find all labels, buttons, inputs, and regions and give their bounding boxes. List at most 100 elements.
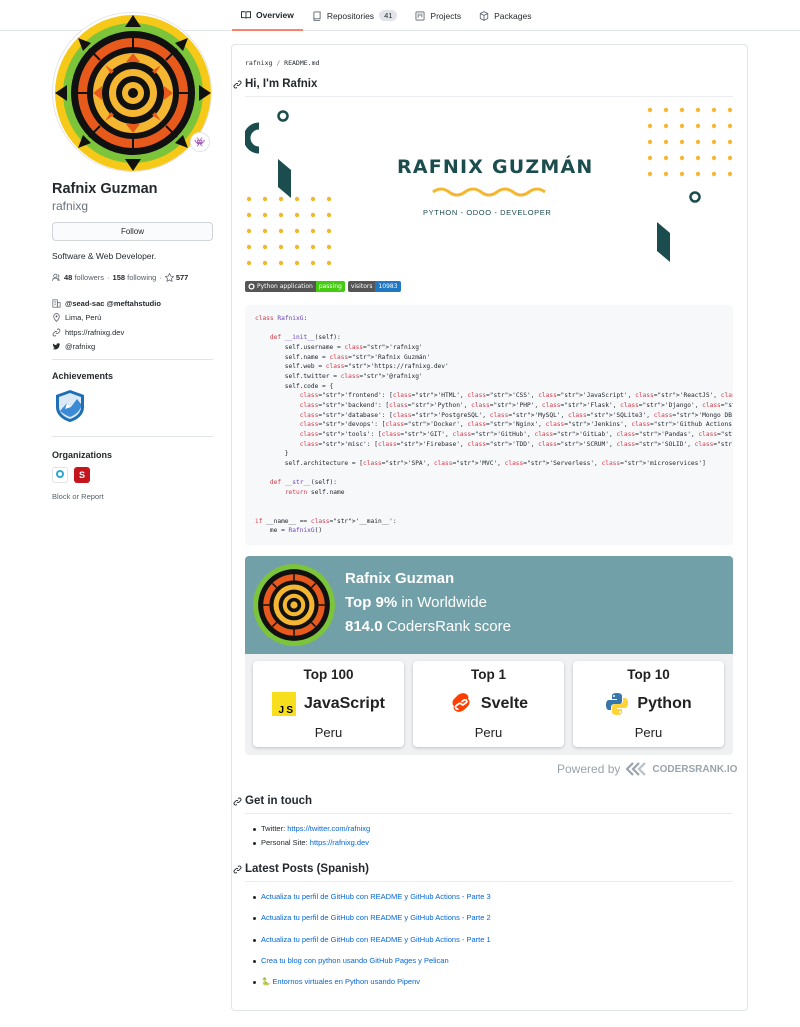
- rank-rest: in Worldwide: [397, 594, 487, 611]
- badge-visitors-label: visitors: [347, 281, 376, 292]
- list-item: Actualiza tu perfil de GitHub con README…: [253, 913, 491, 934]
- vcard-company: @sead-sac @meftahstudio: [52, 296, 161, 311]
- post-link[interactable]: 🐍 Entornos virtuales en Python usando Pi…: [261, 977, 420, 986]
- list-item: 🐍 Entornos virtuales en Python usando Pi…: [253, 977, 491, 998]
- company-text[interactable]: @sead-sac @meftahstudio: [65, 299, 161, 308]
- post-link[interactable]: Actualiza tu perfil de GitHub con README…: [261, 913, 491, 922]
- code-line: class="str">'tools': [class="str">'GIT',…: [299, 430, 733, 438]
- crumb-separator: /: [276, 59, 281, 67]
- heading-hi-text: Hi, I'm Rafnix: [245, 78, 318, 90]
- tile-language-name: JavaScript: [304, 695, 385, 712]
- follow-button[interactable]: Follow: [52, 222, 213, 241]
- divider: [52, 436, 213, 437]
- location-text: Lima, Perú: [65, 313, 102, 323]
- twitter-link[interactable]: https://twitter.com/rafnixg: [287, 824, 370, 833]
- contact-label: Personal Site:: [261, 838, 310, 847]
- anchor-link-icon[interactable]: [233, 865, 242, 874]
- tab-repositories[interactable]: Repositories 41: [303, 0, 407, 31]
- shield-badges: Python application passing visitors 1098…: [245, 281, 401, 292]
- org-avatar-s[interactable]: S: [74, 467, 90, 483]
- twitter-icon: [52, 343, 61, 350]
- badge-visitors-count: 10983: [375, 281, 401, 292]
- divider: [52, 359, 213, 360]
- organizations-list: S: [52, 467, 90, 483]
- code-line: class="str">'frontend': [class="str">'HT…: [299, 392, 733, 400]
- score-rest: CodersRank score: [382, 618, 511, 635]
- profile-vcard: @sead-sac @meftahstudio Lima, Perú https…: [52, 296, 161, 354]
- block-or-report-link[interactable]: Block or Report: [52, 492, 104, 501]
- followers-count: 48: [64, 273, 73, 282]
- achievement-badge[interactable]: [54, 389, 86, 423]
- book-icon: [241, 10, 251, 19]
- tile-top: Top 1: [471, 667, 506, 682]
- repositories-count: 41: [379, 10, 398, 21]
- tile-language: JS JavaScript: [253, 692, 404, 716]
- codersrank-logo: CODERSRANK.IO: [626, 762, 737, 776]
- list-item: Crea tu blog con python usando GitHub Pa…: [253, 956, 491, 977]
- follow-stats: 48 followers · 158 following · 577: [52, 273, 188, 282]
- powered-by-codersrank[interactable]: Powered by CODERSRANK.IO: [557, 762, 737, 776]
- badge-left: Python application: [245, 281, 316, 292]
- tab-packages[interactable]: Packages: [470, 0, 540, 31]
- code-line: self.username = class="str">'rafnixg': [255, 343, 423, 351]
- heading-posts-text: Latest Posts (Spanish): [245, 863, 369, 875]
- status-emoji[interactable]: 👾: [190, 132, 210, 152]
- vcard-website: https://rafnixg.dev: [52, 325, 161, 340]
- followers-link[interactable]: 48 followers: [64, 273, 104, 282]
- twitter-handle[interactable]: @rafnixg: [65, 342, 95, 351]
- personal-site-link[interactable]: https://rafnixg.dev: [310, 838, 369, 847]
- readme-breadcrumb: rafnixg / README.md: [245, 59, 319, 67]
- readme-heading-hi: Hi, I'm Rafnix: [233, 78, 318, 90]
- tab-overview-label: Overview: [256, 9, 294, 20]
- list-item: Personal Site: https://rafnixg.dev: [252, 838, 370, 852]
- visitors-badge[interactable]: visitors 10983: [347, 281, 401, 292]
- tile-language-name: Svelte: [480, 695, 529, 712]
- stars-count[interactable]: 577: [176, 273, 189, 282]
- following-link[interactable]: 158 following: [113, 273, 157, 282]
- anchor-link-icon[interactable]: [233, 80, 242, 89]
- post-link[interactable]: Actualiza tu perfil de GitHub con README…: [261, 892, 491, 901]
- profile-avatar[interactable]: [52, 12, 212, 172]
- banner-decoration: [245, 107, 733, 266]
- crumb-file[interactable]: README.md: [284, 59, 319, 67]
- repo-icon: [313, 11, 321, 21]
- code-line: class="str">'devops': [class="str">'Dock…: [299, 421, 733, 429]
- star-icon: [164, 273, 174, 282]
- tile-language-name: Python: [637, 695, 692, 712]
- profile-bio: Software & Web Developer.: [52, 251, 157, 261]
- anchor-link-icon[interactable]: [233, 797, 242, 806]
- code-line: class="str">'backend': [class="str">'Pyt…: [299, 401, 733, 409]
- post-link[interactable]: Actualiza tu perfil de GitHub con README…: [261, 935, 491, 944]
- contact-label: Twitter:: [261, 824, 288, 833]
- tile-language: Python: [573, 692, 724, 716]
- website-link[interactable]: https://rafnixg.dev: [65, 328, 124, 337]
- posts-list: Actualiza tu perfil de GitHub con README…: [253, 892, 491, 998]
- code-line: if __name__ == class="str">'__main__':: [255, 517, 397, 525]
- code-line: class RafnixG:: [255, 315, 308, 322]
- codersrank-name: Rafnix Guzman: [345, 570, 455, 587]
- score-bold: 814.0: [345, 618, 383, 635]
- code-line: return self.name: [284, 488, 345, 496]
- dot-separator: ·: [107, 273, 110, 282]
- code-line: class="str">'misc': [class="str">'Fireba…: [299, 440, 733, 448]
- link-icon: [52, 328, 61, 337]
- org-avatar-tgen[interactable]: [52, 467, 68, 483]
- vcard-location: Lima, Perú: [52, 311, 161, 326]
- tab-projects[interactable]: Projects: [406, 0, 470, 31]
- post-link[interactable]: Crea tu blog con python usando GitHub Pa…: [261, 956, 449, 965]
- heading-divider: [245, 813, 733, 814]
- tab-overview[interactable]: Overview: [232, 0, 303, 31]
- codersrank-widget[interactable]: Rafnix Guzman Top 9% in Worldwide 814.0 …: [245, 556, 733, 755]
- crumb-user[interactable]: rafnixg: [245, 59, 272, 67]
- readme-heading-contact: Get in touch: [233, 795, 312, 807]
- tile-language: Svelte: [413, 692, 564, 716]
- python-app-badge[interactable]: Python application passing: [245, 281, 345, 292]
- svg-text:S: S: [286, 705, 293, 716]
- tile-top: Top 100: [303, 667, 354, 682]
- profile-banner-image: RAFNIX GUZMÁN PYTHON - ODOO - DEVELOPER: [245, 104, 733, 271]
- tab-packages-label: Packages: [494, 10, 532, 21]
- rank-bold: Top 9%: [345, 594, 398, 611]
